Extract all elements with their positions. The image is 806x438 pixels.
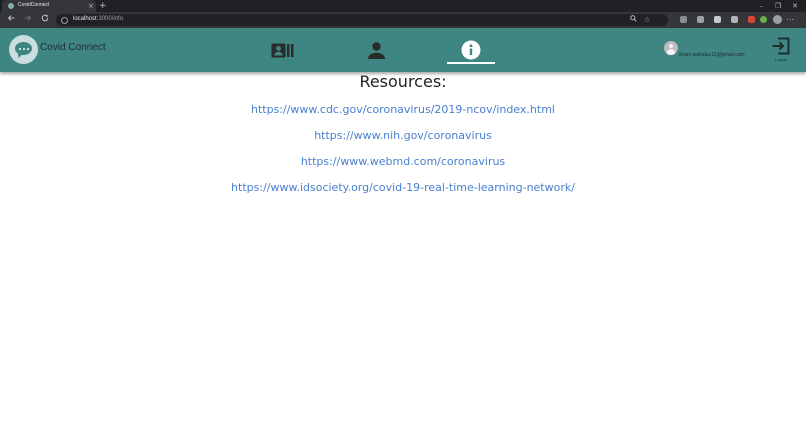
user-email: ikram.wahaba.11@gmail.com (679, 52, 745, 58)
resource-link-idsociety[interactable]: https://www.idsociety.org/covid-19-real-… (0, 181, 806, 194)
logout-icon (772, 37, 790, 55)
arrow-left-icon (7, 15, 15, 21)
browser-menu-button[interactable]: ⋯ (786, 12, 794, 28)
resource-link-webmd[interactable]: https://www.webmd.com/coronavirus (0, 155, 806, 168)
app-title: Covid Connect (40, 42, 106, 53)
extension-icon[interactable] (714, 16, 721, 23)
extension-icon[interactable] (680, 16, 687, 23)
resource-link-cdc[interactable]: https://www.cdc.gov/coronavirus/2019-nco… (0, 103, 806, 116)
browser-tab[interactable]: CovidConnect × (2, 0, 96, 12)
window-close-button[interactable]: ✕ (786, 0, 804, 12)
window-restore-button[interactable]: ❐ (769, 0, 787, 12)
app-header: Covid Connect (0, 28, 806, 72)
new-tab-button[interactable]: + (99, 0, 107, 12)
bookmark-star-icon[interactable]: ☆ (644, 15, 650, 25)
reload-button[interactable] (38, 12, 52, 28)
browser-toolbar: localhost:3000/info ☆ ⋯ (0, 12, 806, 28)
arrow-right-icon (24, 15, 32, 21)
tab-title: CovidConnect (18, 2, 50, 8)
chat-logo-icon[interactable] (9, 35, 38, 64)
logout-label: Logout (774, 57, 788, 62)
reload-icon (41, 14, 49, 22)
info-icon (461, 40, 481, 60)
user-avatar[interactable] (664, 41, 678, 55)
extension-icon[interactable] (731, 16, 738, 23)
back-button[interactable] (4, 12, 18, 28)
search-icon[interactable] (630, 15, 637, 25)
resource-link-nih[interactable]: https://www.nih.gov/coronavirus (0, 129, 806, 142)
nav-info-button[interactable] (459, 40, 483, 60)
person-icon (367, 41, 385, 59)
page-title: Resources: (359, 72, 447, 91)
site-info-icon[interactable] (61, 17, 68, 24)
window-minimize-button[interactable]: – (752, 0, 770, 12)
extension-icon[interactable] (697, 16, 704, 23)
browser-profile-avatar[interactable] (773, 15, 782, 24)
nav-contacts-button[interactable] (270, 40, 294, 60)
tab-close-icon[interactable]: × (88, 1, 94, 11)
extension-icon[interactable] (748, 16, 755, 23)
contacts-icon (271, 43, 293, 57)
logout-button[interactable]: Logout (771, 37, 791, 63)
nav-profile-button[interactable] (364, 40, 388, 60)
url-text: localhost:3000/info (73, 16, 124, 22)
extension-icon[interactable] (760, 16, 767, 23)
active-tab-indicator (447, 62, 495, 64)
forward-button[interactable] (21, 12, 35, 28)
address-bar[interactable]: localhost:3000/info ☆ (56, 14, 668, 26)
favicon-icon (8, 3, 14, 9)
browser-tab-bar: CovidConnect × + – ❐ ✕ (0, 0, 806, 12)
